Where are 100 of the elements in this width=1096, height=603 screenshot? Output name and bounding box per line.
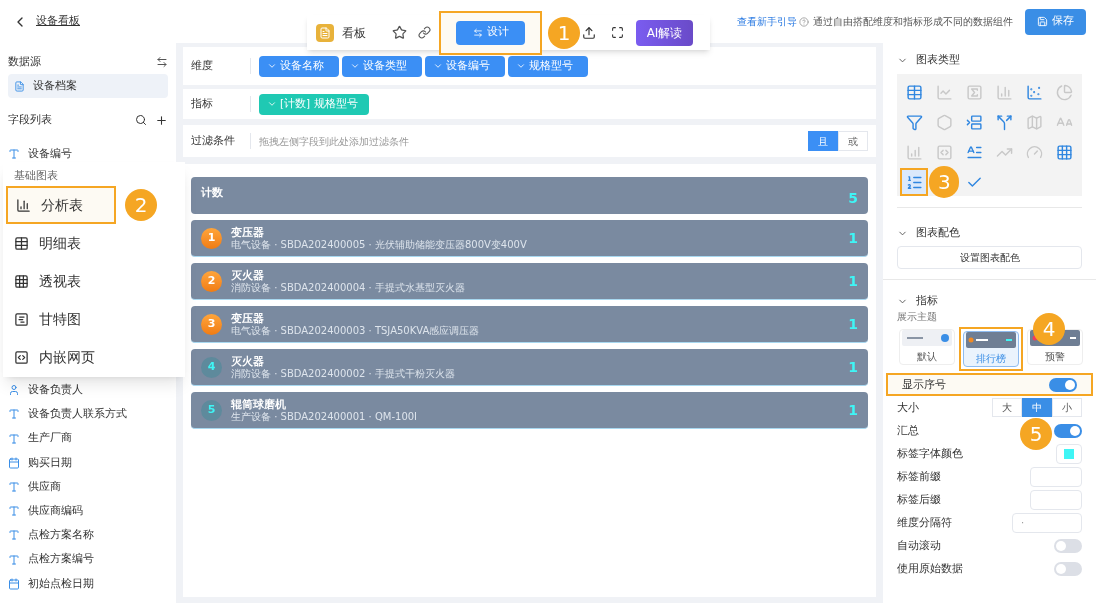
step-badge: 5 — [1020, 418, 1052, 450]
rank-badge: 3 — [201, 313, 222, 335]
text-field-icon — [8, 529, 20, 542]
menu-item[interactable]: 明细表 — [6, 224, 116, 263]
setting-label: 自动滚动 — [897, 537, 941, 553]
text-field-icon — [8, 148, 20, 161]
field-item[interactable]: 点检方案编号 — [28, 551, 94, 568]
hint-text: 通过自由搭配维度和指标形成不同的数据组件 — [813, 15, 1013, 29]
board-icon — [316, 23, 334, 42]
size-option[interactable]: 大 — [992, 398, 1022, 417]
calendar-icon — [8, 577, 20, 590]
logic-option[interactable]: 或 — [838, 131, 868, 151]
rank-badge: 5 — [201, 399, 222, 421]
toggle-switch[interactable] — [1049, 377, 1077, 392]
rank-badge: 1 — [201, 227, 222, 249]
arrows-icon — [472, 27, 483, 38]
menu-item[interactable]: 透视表 — [6, 262, 116, 301]
table-icon — [14, 235, 29, 251]
map-icon — [1026, 113, 1044, 131]
field-item[interactable]: 设备负责人联系方式 — [28, 406, 127, 423]
item-name: 辊筒球磨机 — [231, 397, 287, 411]
rising-bars-icon — [905, 143, 923, 161]
section-title: 图表配色 — [916, 224, 960, 241]
total-value: 5 — [848, 189, 858, 208]
item-name: 变压器 — [231, 225, 265, 239]
field-item[interactable]: 生产厂商 — [28, 430, 72, 447]
upload-icon[interactable] — [582, 25, 596, 40]
field-item[interactable]: 购买日期 — [28, 454, 72, 472]
ai-button[interactable]: AI解读 — [636, 19, 693, 46]
setting-label: 维度分隔符 — [897, 514, 952, 530]
item-name: 灭火器 — [231, 354, 265, 368]
step-badge: 1 — [548, 16, 580, 49]
field-item[interactable]: 供应商编码 — [28, 502, 83, 520]
section-title: 字段列表 — [8, 112, 52, 128]
search-icon[interactable] — [135, 113, 147, 126]
toggle-switch[interactable] — [1054, 538, 1082, 553]
gantt-chart-icon — [14, 311, 29, 327]
menu-item[interactable]: 甘特图 — [6, 300, 116, 339]
input-field[interactable] — [1030, 466, 1082, 487]
item-detail: 电气设备 · SBDA202400003 · TSJA50KVA感应调压器 — [231, 325, 481, 337]
chevron-icon — [433, 61, 443, 71]
item-detail: 消防设备 · SBDA202400004 · 手提式水基型灭火器 — [231, 282, 466, 294]
field-item[interactable]: 初始点检日期 — [28, 575, 94, 593]
ordered-list-icon — [905, 173, 923, 191]
chevron-icon — [350, 61, 360, 71]
input-field[interactable] — [1030, 489, 1082, 510]
datasource-item[interactable]: 设备档案 — [8, 74, 168, 98]
page-title[interactable]: 设备看板 — [36, 13, 80, 30]
bar-chart-icon — [16, 197, 31, 213]
code-window-icon — [935, 143, 953, 161]
size-option[interactable]: 小 — [1052, 398, 1082, 417]
color-picker[interactable] — [1056, 443, 1082, 464]
bar-chart-icon — [996, 83, 1014, 101]
rows-icon — [965, 113, 983, 131]
theme-option[interactable]: 默认 — [899, 329, 955, 365]
row-label: 维度 — [191, 58, 251, 74]
filter-field[interactable]: 过滤条件 拖拽左侧字段到此处添加过滤条件 且 或 — [183, 125, 876, 157]
fullscreen-icon[interactable] — [611, 26, 624, 39]
menu-item[interactable]: 分析表 — [6, 186, 116, 225]
chart-type-option[interactable] — [900, 168, 929, 196]
chevron-icon — [267, 99, 277, 109]
board-label: 看板 — [342, 24, 366, 42]
file-icon — [14, 80, 25, 92]
item-value: 1 — [848, 400, 858, 420]
field-item[interactable]: 设备编号 — [28, 145, 72, 163]
chevron-icon — [516, 61, 526, 71]
field-item[interactable]: 点检方案名称 — [28, 527, 94, 544]
swap-icon[interactable] — [156, 56, 168, 68]
section-title: 数据源 — [8, 54, 41, 70]
field-item[interactable]: 供应商 — [28, 478, 61, 496]
funnel-icon — [905, 113, 923, 131]
total-label: 计数 — [201, 185, 223, 201]
scatter-chart-icon — [1026, 83, 1044, 101]
table-icon — [905, 83, 923, 101]
menu-item[interactable]: 内嵌网页 — [6, 338, 116, 377]
guide-link[interactable]: 查看新手引导 — [737, 14, 797, 29]
star-icon[interactable] — [392, 25, 407, 40]
text-field-icon — [8, 481, 20, 494]
hexagon-icon — [935, 113, 953, 131]
toggle-switch[interactable] — [1054, 561, 1082, 576]
color-scheme-button[interactable]: 设置图表配色 — [897, 246, 1082, 269]
item-detail: 生产设备 · SBDA202400001 · QM-100I — [231, 411, 419, 423]
item-value: 1 — [848, 228, 858, 248]
add-icon[interactable] — [155, 113, 168, 127]
chevron-icon — [267, 61, 277, 71]
sigma-square-icon — [965, 83, 983, 101]
setting-label: 标签字体颜色 — [897, 445, 963, 461]
pie-chart-icon — [1056, 83, 1074, 101]
theme-preview — [902, 330, 952, 346]
setting-label: 标签前缀 — [897, 468, 941, 484]
item-name: 灭火器 — [231, 268, 265, 282]
field-item[interactable]: 设备负责人 — [28, 382, 83, 399]
item-detail: 消防设备 · SBDA202400002 · 手提式干粉灭火器 — [231, 368, 456, 380]
help-icon[interactable] — [799, 16, 809, 27]
toggle-switch[interactable] — [1054, 423, 1082, 438]
link-icon[interactable] — [418, 26, 431, 39]
row-label: 指标 — [191, 96, 251, 112]
text-field-icon — [8, 408, 20, 421]
item-value: 1 — [848, 271, 858, 291]
step-badge: 3 — [929, 166, 960, 198]
